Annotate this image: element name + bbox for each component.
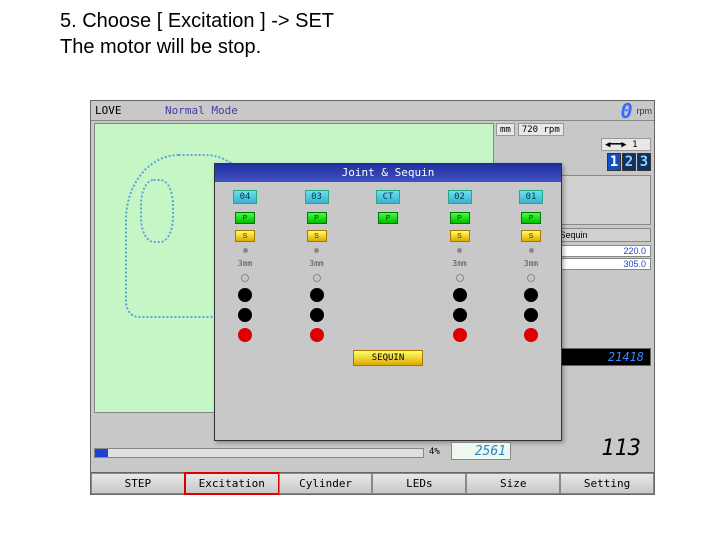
indicator-black [453, 288, 467, 302]
indicator-black [310, 308, 324, 322]
indicator-black [238, 308, 252, 322]
tab-size[interactable]: Size [466, 473, 560, 494]
tab-leds[interactable]: LEDs [372, 473, 466, 494]
indicator-red [453, 328, 467, 342]
bottom-tabs: STEP Excitation Cylinder LEDs Size Setti… [91, 472, 654, 494]
indicator-black [453, 308, 467, 322]
column-headers: 04 03 CT 02 01 [233, 190, 543, 204]
range-b: 720 rpm [518, 123, 564, 136]
size-04: 3mm [233, 259, 257, 268]
progress-label: 4% [429, 447, 440, 457]
size-01: 3mm [519, 259, 543, 268]
speed-value: 0 [620, 99, 632, 123]
hdr-04[interactable]: 04 [233, 190, 257, 204]
status-bar: 4% 2561 113 [94, 430, 651, 464]
dot-icon [243, 248, 248, 253]
title-bar: LOVE Normal Mode 0 rpm [91, 101, 654, 121]
indicator-black [524, 288, 538, 302]
tab-setting[interactable]: Setting [560, 473, 654, 494]
s-btn-04[interactable]: S [235, 230, 255, 242]
indicator-black [238, 288, 252, 302]
caption-line2: The motor will be stop. [60, 34, 334, 60]
tab-step[interactable]: STEP [91, 473, 185, 494]
p-btn-03[interactable]: P [307, 212, 327, 224]
indicator-red [238, 328, 252, 342]
mode-label: Normal Mode [165, 104, 238, 117]
hdr-01[interactable]: 01 [519, 190, 543, 204]
sequin-button[interactable]: SEQUIN [353, 350, 423, 366]
indicator-red [310, 328, 324, 342]
main-area: mm 720 rpm ◀━━▶ 1 1 2 3 AX -886 AY +1 RX… [94, 123, 651, 444]
joint-sequin-dialog: Joint & Sequin 04 03 CT 02 01 P P P P P [214, 163, 562, 441]
dot-icon [457, 248, 462, 253]
p-btn-04[interactable]: P [235, 212, 255, 224]
ring-icon [241, 274, 249, 282]
app-window: LOVE Normal Mode 0 rpm mm 720 rpm ◀━━▶ 1… [90, 100, 655, 495]
digit-slider[interactable]: ◀━━▶ 1 [601, 138, 651, 151]
ring-icon [456, 274, 464, 282]
tab-excitation[interactable]: Excitation [185, 473, 279, 494]
s-btn-01[interactable]: S [521, 230, 541, 242]
size-02: 3mm [448, 259, 472, 268]
ring-icon [527, 274, 535, 282]
product-name: LOVE [95, 104, 165, 117]
p-btn-ct[interactable]: P [378, 212, 398, 224]
caption-line1: 5. Choose [ Excitation ] -> SET [60, 8, 334, 34]
s-btn-03[interactable]: S [307, 230, 327, 242]
range-a: mm [496, 123, 515, 136]
size-03: 3mm [305, 259, 329, 268]
digit-3[interactable]: 3 [637, 153, 651, 171]
tab-cylinder[interactable]: Cylinder [279, 473, 373, 494]
p-btn-02[interactable]: P [450, 212, 470, 224]
ring-icon [313, 274, 321, 282]
indicator-black [310, 288, 324, 302]
indicator-black [524, 308, 538, 322]
hdr-ct[interactable]: CT [376, 190, 400, 204]
step-value: 2561 [451, 442, 511, 460]
digit-1[interactable]: 1 [607, 153, 621, 171]
indicator-red [524, 328, 538, 342]
hdr-02[interactable]: 02 [448, 190, 472, 204]
progress-bar [94, 448, 424, 458]
p-btn-01[interactable]: P [521, 212, 541, 224]
hdr-03[interactable]: 03 [305, 190, 329, 204]
s-btn-02[interactable]: S [450, 230, 470, 242]
digit-2[interactable]: 2 [622, 153, 636, 171]
speed-readout: 0 rpm [620, 102, 652, 120]
dot-icon [314, 248, 319, 253]
dot-icon [529, 248, 534, 253]
dialog-title: Joint & Sequin [215, 164, 561, 182]
design-number: 113 [601, 436, 641, 461]
progress-fill [95, 449, 108, 457]
instruction-text: 5. Choose [ Excitation ] -> SET The moto… [60, 8, 334, 60]
speed-unit: rpm [637, 106, 653, 116]
